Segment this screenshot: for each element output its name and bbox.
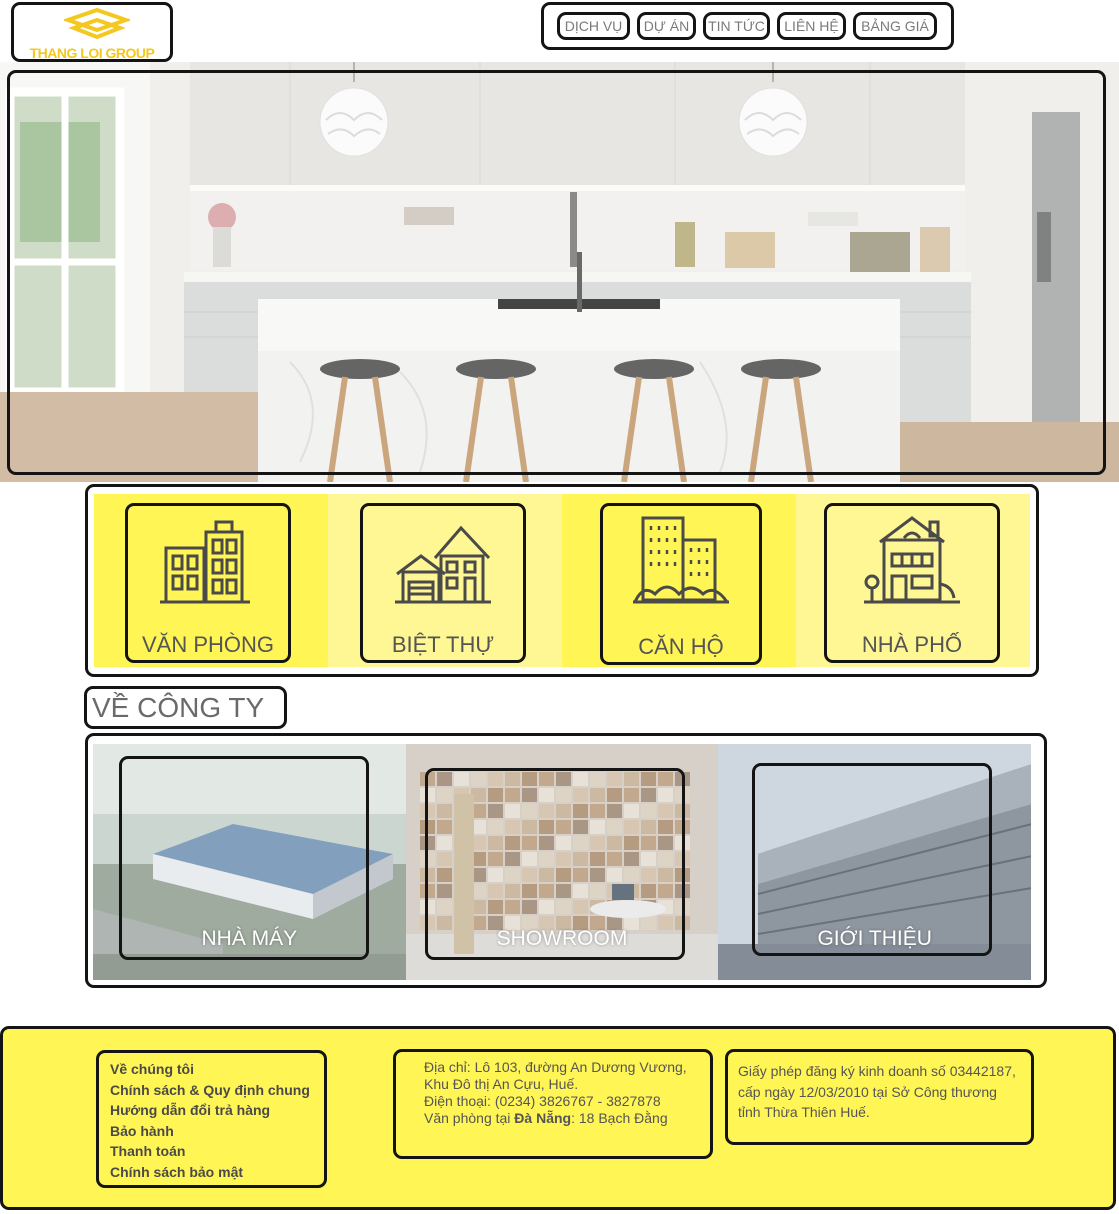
category-label: CĂN HỘ bbox=[638, 634, 724, 659]
category-villa-card[interactable]: BIỆT THỰ bbox=[360, 503, 526, 663]
footer-office-prefix: Văn phòng tại bbox=[424, 1110, 515, 1126]
footer-link-returns[interactable]: Hướng dẫn đổi trả hàng bbox=[110, 1100, 324, 1121]
apartment-icon bbox=[633, 516, 729, 604]
nav-item-projects[interactable]: DỰ ÁN bbox=[637, 12, 696, 40]
footer-link-warranty[interactable]: Bảo hành bbox=[110, 1121, 324, 1142]
footer-license: Giấy phép đăng ký kinh doanh số 03442187… bbox=[725, 1049, 1034, 1145]
category-cell: BIỆT THỰ bbox=[328, 494, 562, 667]
gallery-intro[interactable]: GIỚI THIỆU bbox=[718, 744, 1032, 980]
nav-item-services[interactable]: DỊCH VỤ bbox=[557, 12, 630, 40]
footer-address: Địa chỉ: Lô 103, đường An Dương Vương, K… bbox=[424, 1059, 687, 1092]
footer-office-city: Đà Nẵng bbox=[514, 1110, 572, 1126]
footer-office: Văn phòng tại Đà Nẵng: 18 Bạch Đằng bbox=[424, 1110, 710, 1127]
footer: Về chúng tôi Chính sách & Quy định chung… bbox=[0, 1026, 1116, 1210]
footer-phone: Điện thoại: (0234) 3826767 - 3827878 bbox=[424, 1093, 661, 1109]
category-townhouse-card[interactable]: NHÀ PHỐ bbox=[824, 503, 1000, 663]
gallery-intro-label: GIỚI THIỆU bbox=[817, 927, 932, 950]
footer-link-about[interactable]: Về chúng tôi bbox=[110, 1059, 324, 1080]
nav-item-contact[interactable]: LIÊN HỆ bbox=[777, 12, 846, 40]
footer-link-policy[interactable]: Chính sách & Quy định chung bbox=[110, 1080, 324, 1101]
logo[interactable]: THANG LOI GROUP bbox=[11, 2, 173, 62]
gallery-factory-label: NHÀ MÁY bbox=[201, 927, 298, 950]
gallery-showroom[interactable]: SHOWROOM bbox=[405, 744, 719, 980]
category-office-card[interactable]: VĂN PHÒNG bbox=[125, 503, 291, 663]
about-gallery: NHÀ MÁY SHOWROOM GIỚI THIỆU bbox=[85, 733, 1047, 988]
category-label: VĂN PHÒNG bbox=[141, 632, 275, 657]
footer-contact: Địa chỉ: Lô 103, đường An Dương Vương, K… bbox=[393, 1049, 713, 1159]
footer-office-address: : 18 Bạch Đằng bbox=[571, 1110, 668, 1126]
logo-mark-icon bbox=[64, 8, 130, 40]
hero-slider-frame[interactable] bbox=[7, 70, 1106, 475]
category-cell: CĂN HỘ bbox=[562, 494, 796, 667]
gallery-showroom-label: SHOWROOM bbox=[496, 927, 628, 950]
townhouse-icon bbox=[864, 516, 960, 604]
footer-links: Về chúng tôi Chính sách & Quy định chung… bbox=[96, 1050, 327, 1188]
footer-link-payment[interactable]: Thanh toán bbox=[110, 1141, 324, 1162]
about-heading: VỀ CÔNG TY bbox=[84, 686, 287, 729]
category-cell: NHÀ PHỐ bbox=[796, 494, 1030, 667]
footer-link-privacy[interactable]: Chính sách bảo mật bbox=[110, 1162, 324, 1183]
nav-item-pricing[interactable]: BẢNG GIÁ bbox=[853, 12, 937, 40]
logo-text: THANG LOI GROUP bbox=[29, 45, 155, 61]
main-nav: DỊCH VỤ DỰ ÁN TIN TỨC LIÊN HỆ BẢNG GIÁ bbox=[541, 2, 954, 50]
category-apartment-card[interactable]: CĂN HỘ bbox=[600, 503, 762, 665]
category-label: BIỆT THỰ bbox=[391, 632, 495, 657]
villa-icon bbox=[395, 525, 491, 604]
office-building-icon bbox=[160, 520, 250, 604]
category-cell: VĂN PHÒNG bbox=[94, 494, 328, 667]
gallery-factory[interactable]: NHÀ MÁY bbox=[93, 744, 406, 980]
category-label: NHÀ PHỐ bbox=[861, 632, 963, 657]
nav-item-news[interactable]: TIN TỨC bbox=[703, 12, 770, 40]
category-strip: VĂN PHÒNG BIỆT THỰ CĂN HỘ NHÀ PHỐ bbox=[85, 484, 1039, 677]
